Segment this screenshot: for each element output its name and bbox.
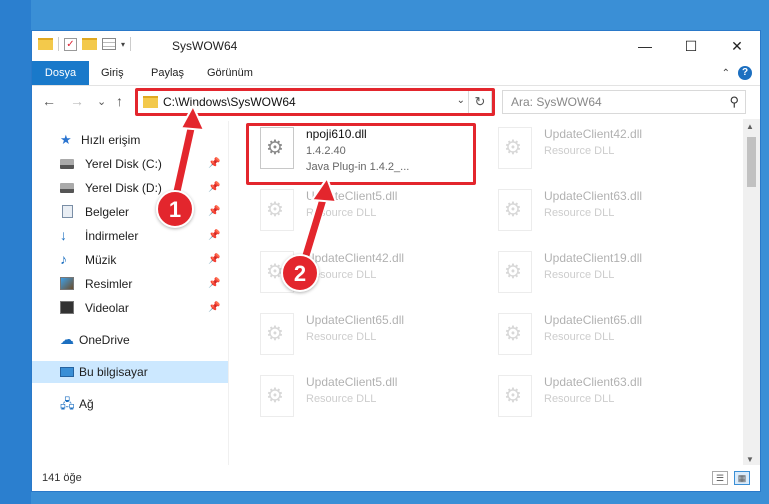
arrow-2 [300,194,328,264]
arrow-2-head [310,175,338,204]
annotation-arrows [170,103,338,264]
step-1-badge: 1 [156,190,194,228]
step-2-badge: 2 [281,254,319,292]
arrow-1-head [179,103,206,132]
